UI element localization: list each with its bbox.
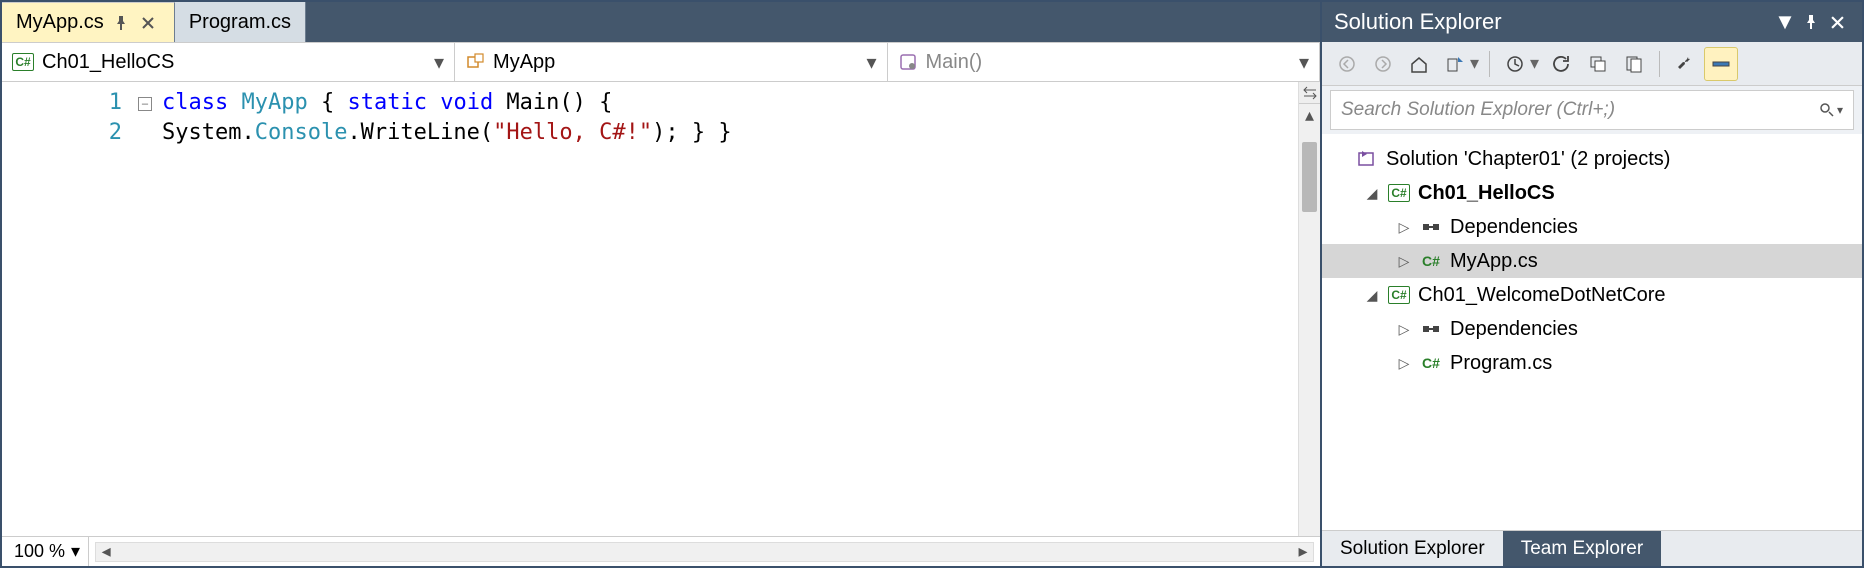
pin-icon[interactable]: [1798, 9, 1824, 35]
nav-member-dropdown[interactable]: Main() ▾: [888, 43, 1320, 81]
search-icon[interactable]: ▾: [1819, 102, 1843, 118]
tree-label: MyApp.cs: [1450, 250, 1538, 273]
code-text[interactable]: class MyApp { static void Main() {System…: [158, 82, 1320, 536]
solution-search[interactable]: ▾: [1330, 90, 1854, 130]
solution-explorer-panel: Solution Explorer ▼ ▾ ▾: [1322, 2, 1862, 566]
code-editor[interactable]: 1 2 − class MyApp { static void Main() {…: [2, 82, 1320, 536]
tree-node[interactable]: C# Ch01_WelcomeDotNetCore: [1322, 278, 1862, 312]
tree-node[interactable]: C# Program.cs: [1322, 346, 1862, 380]
zoom-dropdown[interactable]: 100 % ▾: [2, 537, 89, 566]
tree-node[interactable]: C# MyApp.cs: [1322, 244, 1862, 278]
tree-node[interactable]: Solution 'Chapter01' (2 projects): [1322, 142, 1862, 176]
preview-selected-icon[interactable]: [1704, 47, 1738, 81]
proj-icon: C#: [1388, 284, 1410, 306]
pin-icon[interactable]: [114, 16, 132, 30]
tree-node[interactable]: Dependencies: [1322, 210, 1862, 244]
cs-icon: C#: [1420, 250, 1442, 272]
scroll-thumb[interactable]: [1302, 142, 1317, 212]
expand-toggle-icon[interactable]: [1364, 287, 1380, 304]
show-all-files-icon[interactable]: [1617, 47, 1651, 81]
close-icon[interactable]: [1824, 9, 1850, 35]
document-tab-bar: MyApp.cs Program.cs: [2, 2, 1320, 42]
close-icon[interactable]: [142, 17, 160, 29]
vertical-scrollbar[interactable]: ▴: [1298, 82, 1320, 536]
proj-icon: C#: [1388, 182, 1410, 204]
zoom-label: 100 %: [14, 541, 65, 562]
tree-label: Program.cs: [1450, 352, 1552, 375]
fold-column[interactable]: −: [132, 82, 158, 536]
panel-bottom-tabs: Solution Explorer Team Explorer: [1322, 530, 1862, 566]
chevron-down-icon[interactable]: ▾: [1470, 53, 1479, 74]
nav-back-icon[interactable]: [1330, 47, 1364, 81]
tree-label: Dependencies: [1450, 318, 1578, 341]
split-editor-icon[interactable]: [1299, 82, 1320, 104]
nav-class-label: MyApp: [493, 51, 555, 74]
nav-scope-label: Ch01_HelloCS: [42, 51, 174, 74]
line-number: 2: [2, 118, 122, 148]
home-icon[interactable]: [1402, 47, 1436, 81]
scroll-left-icon[interactable]: ◂: [96, 543, 116, 561]
tree-node[interactable]: C# Ch01_HelloCS: [1322, 176, 1862, 210]
properties-icon[interactable]: [1668, 47, 1702, 81]
solution-explorer-toolbar: ▾ ▾: [1322, 42, 1862, 86]
expand-toggle-icon[interactable]: [1396, 321, 1412, 338]
collapse-all-icon[interactable]: [1581, 47, 1615, 81]
chevron-down-icon: ▾: [1299, 50, 1309, 75]
nav-forward-icon[interactable]: [1366, 47, 1400, 81]
sln-icon: [1356, 148, 1378, 170]
tree-label: Solution 'Chapter01' (2 projects): [1386, 148, 1670, 171]
tree-label: Dependencies: [1450, 216, 1578, 239]
chevron-down-icon: ▾: [434, 50, 444, 75]
navigation-bar: C# Ch01_HelloCS ▾ MyApp ▾ Main() ▾: [2, 42, 1320, 82]
expand-toggle-icon[interactable]: [1396, 253, 1412, 270]
tab-myapp[interactable]: MyApp.cs: [2, 2, 175, 42]
nav-class-dropdown[interactable]: MyApp ▾: [455, 43, 887, 81]
panel-title: Solution Explorer: [1334, 9, 1502, 35]
window-dropdown-icon[interactable]: ▼: [1772, 9, 1798, 35]
editor-pane: MyApp.cs Program.cs C# Ch01_HelloCS ▾: [2, 2, 1322, 566]
tab-label: Program.cs: [189, 11, 291, 34]
fold-toggle-icon[interactable]: −: [138, 97, 152, 111]
editor-status-bar: 100 % ▾ ◂ ▸: [2, 536, 1320, 566]
line-number: 1: [2, 88, 122, 118]
nav-member-label: Main(): [926, 51, 983, 74]
solution-tree[interactable]: Solution 'Chapter01' (2 projects) C# Ch01_…: [1322, 134, 1862, 530]
scroll-right-icon[interactable]: ▸: [1293, 543, 1313, 561]
tab-team-explorer[interactable]: Team Explorer: [1503, 531, 1662, 566]
refresh-icon[interactable]: [1545, 47, 1579, 81]
horizontal-scrollbar[interactable]: ◂ ▸: [95, 542, 1314, 562]
sync-with-active-icon[interactable]: [1438, 47, 1472, 81]
cs-icon: C#: [1420, 352, 1442, 374]
search-input[interactable]: [1341, 99, 1819, 121]
nav-scope-dropdown[interactable]: C# Ch01_HelloCS ▾: [2, 43, 455, 81]
pending-changes-icon[interactable]: [1498, 47, 1532, 81]
panel-title-bar[interactable]: Solution Explorer ▼: [1322, 2, 1862, 42]
tab-label: MyApp.cs: [16, 11, 104, 34]
csharp-project-icon: C#: [12, 53, 34, 71]
line-number-gutter: 1 2: [2, 82, 132, 536]
tree-label: Ch01_WelcomeDotNetCore: [1418, 284, 1666, 307]
scroll-up-icon[interactable]: ▴: [1299, 104, 1320, 126]
chevron-down-icon[interactable]: ▾: [1530, 53, 1539, 74]
dep-icon: [1420, 318, 1442, 340]
expand-toggle-icon[interactable]: [1396, 355, 1412, 372]
chevron-down-icon: ▾: [866, 50, 876, 75]
tab-solution-explorer[interactable]: Solution Explorer: [1322, 531, 1503, 566]
dep-icon: [1420, 216, 1442, 238]
class-icon: [465, 52, 485, 72]
expand-toggle-icon[interactable]: [1364, 185, 1380, 202]
tree-label: Ch01_HelloCS: [1418, 182, 1555, 205]
tree-node[interactable]: Dependencies: [1322, 312, 1862, 346]
expand-toggle-icon[interactable]: [1396, 219, 1412, 236]
chevron-down-icon: ▾: [71, 541, 80, 562]
tab-program[interactable]: Program.cs: [175, 2, 306, 42]
method-icon: [898, 52, 918, 72]
